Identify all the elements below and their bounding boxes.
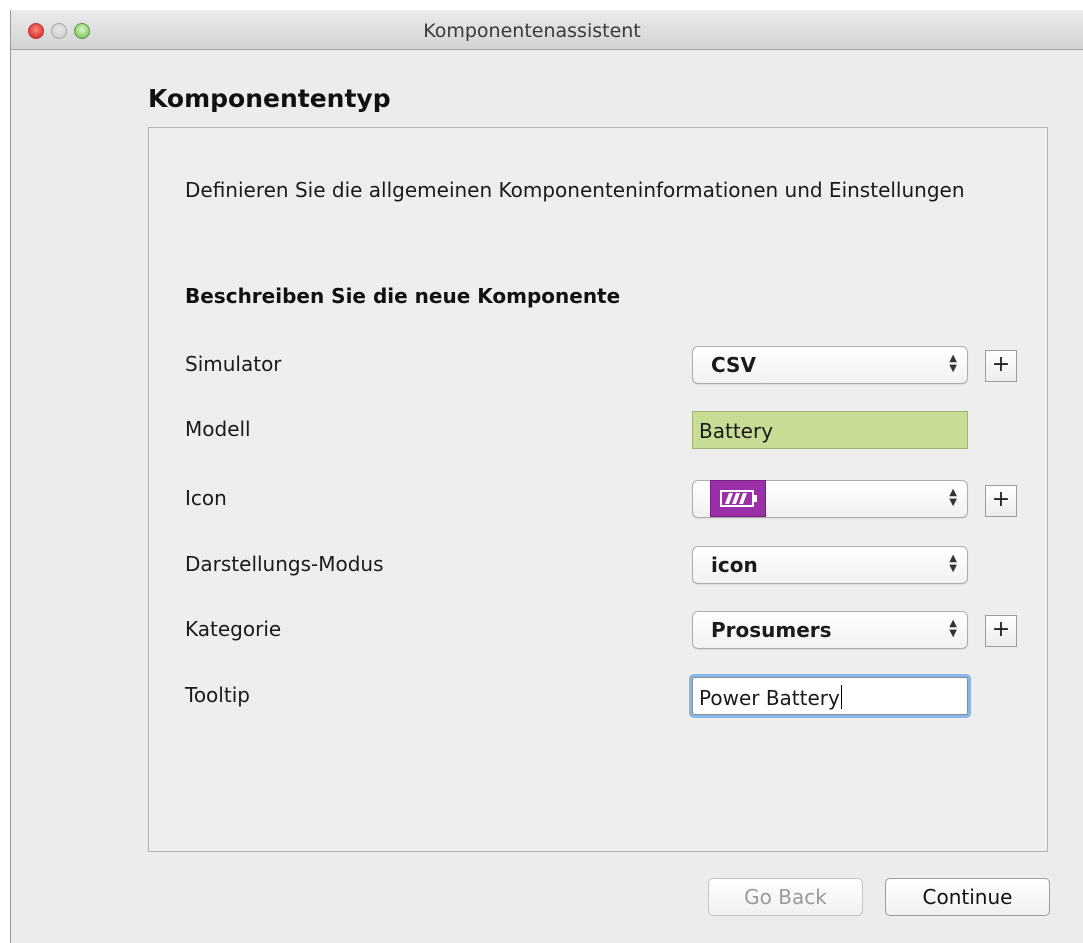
tooltip-label: Tooltip xyxy=(185,683,250,707)
title-bar: Komponentenassistent xyxy=(11,10,1083,50)
section-title: Beschreiben Sie die neue Komponente xyxy=(185,284,621,308)
go-back-button[interactable]: Go Back xyxy=(708,878,863,916)
icon-label: Icon xyxy=(185,486,227,510)
display-mode-value: icon xyxy=(711,553,758,577)
model-label: Modell xyxy=(185,417,251,441)
tooltip-field[interactable]: Power Battery xyxy=(692,677,968,715)
battery-icon xyxy=(710,480,766,517)
simulator-label: Simulator xyxy=(185,352,282,376)
model-field[interactable]: Battery xyxy=(692,411,968,449)
add-category-button[interactable]: + xyxy=(985,615,1017,647)
page-title: Komponententyp xyxy=(148,84,391,113)
select-arrows-icon: ▲ ▼ xyxy=(949,353,957,374)
select-arrows-icon: ▲ ▼ xyxy=(949,487,957,508)
add-icon-button[interactable]: + xyxy=(985,485,1017,517)
simulator-select[interactable]: CSV ▲ ▼ xyxy=(692,346,968,384)
add-simulator-button[interactable]: + xyxy=(985,350,1017,382)
form-panel: Definieren Sie die allgemeinen Komponent… xyxy=(148,127,1048,852)
continue-button[interactable]: Continue xyxy=(885,878,1050,916)
text-caret xyxy=(840,685,842,709)
select-arrows-icon: ▲ ▼ xyxy=(949,553,957,574)
select-arrows-icon: ▲ ▼ xyxy=(949,618,957,639)
display-mode-select[interactable]: icon ▲ ▼ xyxy=(692,546,968,584)
icon-select[interactable]: ▲ ▼ xyxy=(692,480,968,518)
simulator-value: CSV xyxy=(711,353,756,377)
category-value: Prosumers xyxy=(711,618,832,642)
category-label: Kategorie xyxy=(185,617,282,641)
page-description: Definieren Sie die allgemeinen Komponent… xyxy=(185,178,965,202)
display-mode-label: Darstellungs-Modus xyxy=(185,552,384,576)
category-select[interactable]: Prosumers ▲ ▼ xyxy=(692,611,968,649)
tooltip-value: Power Battery xyxy=(699,686,840,710)
window-title: Komponentenassistent xyxy=(423,20,641,42)
wizard-window: Komponentenassistent Komponententyp Defi… xyxy=(10,10,1083,943)
